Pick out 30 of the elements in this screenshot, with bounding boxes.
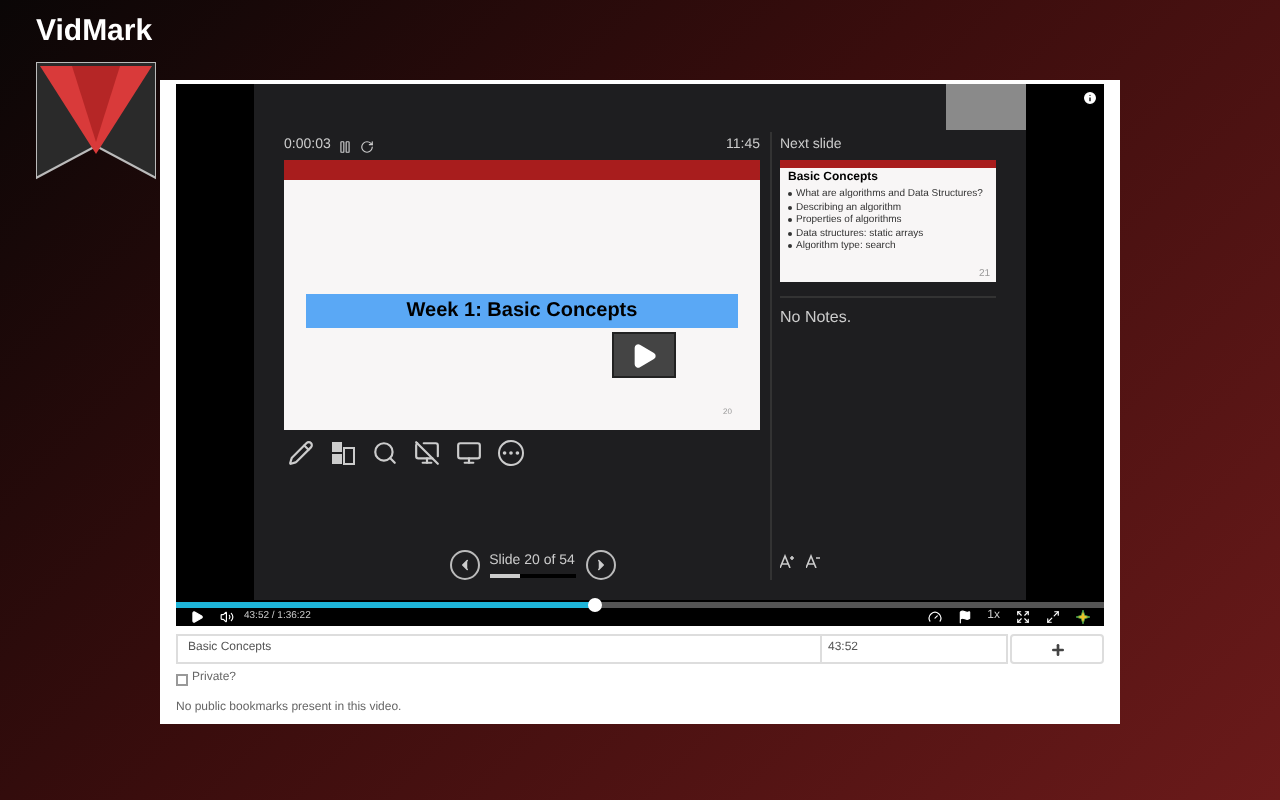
star-icon[interactable] bbox=[1076, 610, 1090, 624]
play-button[interactable] bbox=[612, 332, 676, 378]
previous-slide-button[interactable] bbox=[449, 550, 479, 580]
font-larger-icon[interactable] bbox=[780, 554, 794, 568]
private-checkbox[interactable] bbox=[176, 673, 188, 685]
slides-grid-icon[interactable] bbox=[330, 439, 356, 465]
monitor-icon[interactable] bbox=[456, 439, 482, 465]
more-icon[interactable] bbox=[498, 439, 524, 465]
expand-icon[interactable] bbox=[1016, 610, 1030, 624]
info-icon[interactable] bbox=[1082, 90, 1098, 106]
search-icon[interactable] bbox=[372, 439, 398, 465]
restart-icon[interactable] bbox=[360, 139, 375, 153]
fullscreen-icon[interactable] bbox=[1046, 610, 1060, 624]
video-placeholder bbox=[946, 84, 1026, 130]
plus-icon bbox=[1049, 641, 1065, 657]
play-icon[interactable] bbox=[190, 610, 204, 624]
logo-icon bbox=[36, 62, 156, 182]
play-icon bbox=[630, 341, 658, 369]
gauge-icon[interactable] bbox=[927, 610, 942, 624]
brand-name: VidMark bbox=[36, 14, 153, 50]
volume-icon[interactable] bbox=[220, 610, 234, 624]
font-smaller-icon[interactable] bbox=[806, 554, 820, 568]
slide-title: Week 1: Basic Concepts bbox=[306, 294, 738, 328]
next-slide-button[interactable] bbox=[585, 550, 615, 580]
pause-icon[interactable] bbox=[338, 139, 353, 153]
notes-text: No Notes. bbox=[780, 306, 854, 330]
flag-icon[interactable] bbox=[957, 610, 972, 624]
monitor-off-icon[interactable] bbox=[414, 439, 440, 465]
video-progress-track[interactable] bbox=[176, 602, 1104, 608]
pen-icon[interactable] bbox=[288, 439, 314, 465]
